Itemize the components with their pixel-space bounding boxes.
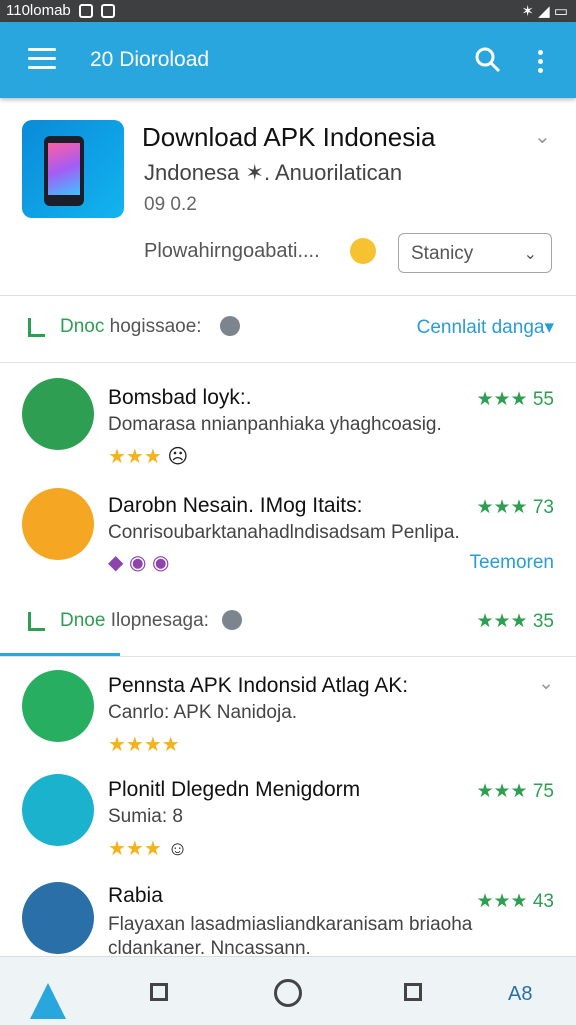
item-desc: Flayaxan lasadmiasliandkaranisam briaoha <box>108 914 473 935</box>
more-options-icon[interactable] <box>538 50 544 74</box>
app-bar: 20 Dioroload <box>0 22 576 98</box>
item-stars: ★★★★ <box>108 734 180 756</box>
square-icon[interactable] <box>150 983 168 1001</box>
item-rating: ★★★ 55 <box>476 389 554 410</box>
item-rating: ★★★ 43 <box>476 891 554 912</box>
search-icon[interactable] <box>474 46 502 74</box>
item-rating: ★★★ 73 <box>476 497 554 518</box>
chevron-down-icon[interactable]: ⌄ <box>538 672 554 695</box>
face-icon: ☺ <box>167 838 188 860</box>
app-logo-icon[interactable] <box>30 983 66 1019</box>
item-stars: ★★★ ☹ <box>108 446 189 468</box>
section-label: Dnoc hogissaoe: <box>60 316 202 338</box>
item-badges: ◆ ◉ ◉ <box>108 552 170 574</box>
item-desc: Sumia: 8 <box>108 806 183 827</box>
item-stars: ★★★ ☺ <box>108 838 188 860</box>
verified-icon <box>220 316 240 336</box>
section-label-green: Dnoe <box>60 610 106 631</box>
app-subtitle: Jndonesa ✶. Anuorilatican <box>144 160 403 185</box>
nav-bar: A8 <box>0 956 576 1025</box>
section-header-2: Dnoe Ilopnesaga: ★★★ 35 <box>0 590 576 657</box>
profile-avatar-icon <box>22 670 94 742</box>
download-icon <box>28 612 45 631</box>
app-title: 20 Dioroload <box>90 48 210 71</box>
app-title-main: Download APK Indonesia <box>142 122 436 152</box>
face-icon <box>350 238 376 264</box>
item-name: Darobn Nesain. IMog Itaits: <box>108 494 363 517</box>
item-desc: Conrisoubarktanahadlndisadsam Penlipa. <box>108 522 460 543</box>
app-version: 09 0.2 <box>144 194 197 215</box>
expand-icon[interactable]: ⌄ <box>534 124 551 149</box>
section-label-green: Dnoc <box>60 316 105 337</box>
section-label-dark: Ilopnesaga: <box>110 610 209 631</box>
section-label-dark: hogissaoe: <box>109 316 202 337</box>
verified-icon <box>222 610 242 630</box>
tab-indicator <box>0 653 120 656</box>
select-value: Stanicy <box>411 243 474 264</box>
menu-icon[interactable] <box>28 48 56 72</box>
nav-right-label[interactable]: A8 <box>508 983 532 1006</box>
download-text: Plowahirngoabati.... <box>144 240 320 262</box>
download-icon <box>28 318 45 337</box>
status-icons: ✶ ◢ ▭ <box>521 3 568 20</box>
app-avatar-icon <box>22 378 94 450</box>
item-name: Plonitl Dlegedn Menigdorm <box>108 778 361 801</box>
item-name: Pennsta APK Indonsid Atlag AK: <box>108 674 409 697</box>
section-rating: ★★★ 35 <box>476 611 554 632</box>
status-clock: 110lomab <box>6 2 71 19</box>
item-desc: Domarasa nnianpanhiaka yhaghcoasig. <box>108 414 442 435</box>
item-name: Bomsbad loyk:. <box>108 386 252 409</box>
app-avatar-icon <box>22 774 94 846</box>
section-label: Dnoe Ilopnesaga: <box>60 610 209 632</box>
item-link[interactable]: Teemoren <box>470 552 555 574</box>
notification-icon <box>78 3 93 18</box>
app-icon <box>22 120 124 218</box>
app-avatar-icon <box>22 488 94 560</box>
app-notification-icon <box>100 3 115 18</box>
home-icon[interactable] <box>274 979 302 1007</box>
chevron-down-icon: ⌄ <box>523 246 537 263</box>
section-link[interactable]: Cennlait danga▾ <box>417 316 554 339</box>
item-rating: ★★★ 75 <box>476 781 554 802</box>
recent-apps-icon[interactable] <box>404 983 422 1001</box>
item-name: Rabia <box>108 884 163 907</box>
status-bar: 110lomab ✶ ◢ ▭ <box>0 0 576 22</box>
section-header-1: Dnoc hogissaoe: Cennlait danga▾ <box>0 296 576 363</box>
app-avatar-icon <box>22 882 94 954</box>
status-select[interactable]: Stanicy ⌄ <box>398 233 552 273</box>
item-desc: Canrlo: APK Nanidoja. <box>108 702 298 723</box>
face-icon: ☹ <box>167 446 189 468</box>
